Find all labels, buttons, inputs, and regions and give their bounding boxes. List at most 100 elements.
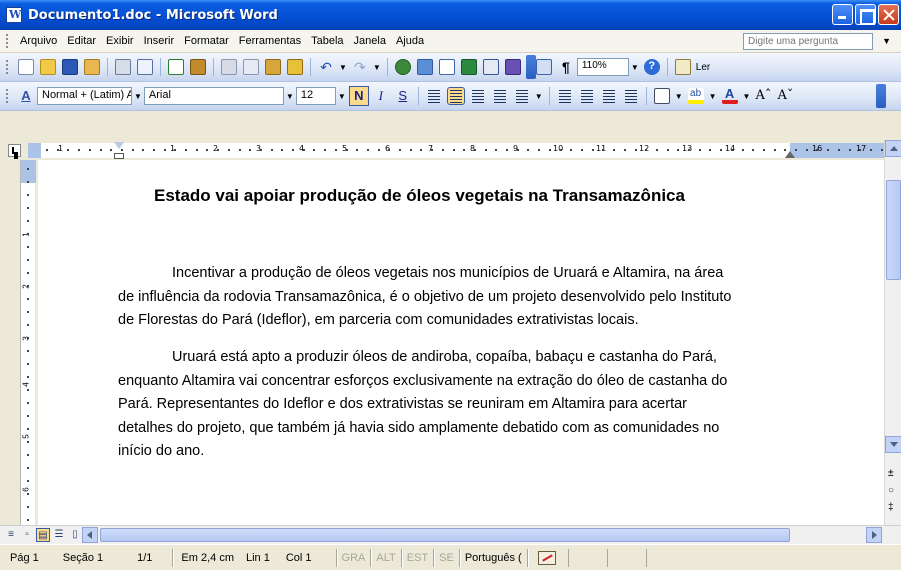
vertical-scrollbar[interactable]: ± ○ ‡ bbox=[884, 140, 901, 525]
status-rec[interactable]: GRA bbox=[339, 552, 369, 564]
toolbar-options-chevron-icon[interactable] bbox=[526, 55, 536, 79]
previous-page-icon[interactable]: ± bbox=[888, 468, 894, 479]
permission-icon[interactable] bbox=[84, 59, 100, 75]
print-preview-icon[interactable] bbox=[137, 59, 153, 75]
save-disk-icon[interactable] bbox=[62, 59, 78, 75]
font-color-dropdown-arrow-icon[interactable]: ▼ bbox=[743, 92, 751, 101]
close-button[interactable] bbox=[878, 4, 899, 25]
new-document-icon[interactable] bbox=[18, 59, 34, 75]
shrink-font-icon[interactable]: Aˇ bbox=[777, 88, 794, 104]
tab-selector-button[interactable] bbox=[8, 144, 21, 157]
horizontal-scroll-thumb[interactable] bbox=[100, 528, 790, 542]
styles-formatting-icon[interactable]: A bbox=[18, 88, 34, 104]
menu-exibir[interactable]: Exibir bbox=[101, 35, 139, 47]
insert-table-icon[interactable] bbox=[438, 59, 455, 75]
undo-icon[interactable]: ↶ bbox=[318, 59, 334, 75]
first-line-indent-marker[interactable] bbox=[114, 142, 124, 149]
style-select[interactable]: Normal + (Latim) Ari bbox=[37, 87, 132, 105]
read-icon[interactable] bbox=[674, 59, 691, 75]
help-icon[interactable]: ? bbox=[643, 59, 660, 75]
scroll-down-arrow-icon[interactable] bbox=[885, 436, 901, 453]
menu-arquivo[interactable]: Arquivo bbox=[15, 35, 62, 47]
normal-view-icon[interactable]: ≡ bbox=[4, 528, 18, 542]
redo-icon[interactable]: ↷ bbox=[352, 59, 368, 75]
align-left-icon[interactable] bbox=[425, 88, 442, 104]
document-page[interactable]: Estado vai apoiar produção de óleos vege… bbox=[38, 160, 890, 525]
research-icon[interactable] bbox=[190, 59, 206, 75]
scroll-up-arrow-icon[interactable] bbox=[885, 140, 901, 157]
scroll-right-arrow-icon[interactable] bbox=[866, 527, 882, 543]
insert-excel-icon[interactable] bbox=[460, 59, 477, 75]
menu-grip-handle[interactable] bbox=[6, 34, 9, 48]
word-app-icon[interactable] bbox=[6, 7, 22, 23]
minimize-button[interactable] bbox=[832, 4, 853, 25]
font-select[interactable]: Arial bbox=[143, 87, 284, 105]
borders-dropdown-arrow-icon[interactable]: ▼ bbox=[675, 92, 683, 101]
italic-button[interactable]: I bbox=[371, 86, 391, 106]
toolbar-options-chevron-icon[interactable] bbox=[876, 84, 886, 108]
left-indent-marker[interactable] bbox=[114, 153, 124, 159]
status-ext[interactable]: EST bbox=[404, 552, 431, 564]
drawing-icon[interactable] bbox=[504, 59, 521, 75]
print-icon[interactable] bbox=[115, 59, 131, 75]
scroll-left-arrow-icon[interactable] bbox=[82, 527, 98, 543]
tables-borders-icon[interactable] bbox=[416, 59, 433, 75]
hyperlink-icon[interactable] bbox=[394, 59, 411, 75]
help-question-input[interactable] bbox=[743, 33, 873, 50]
align-center-icon[interactable] bbox=[446, 87, 465, 105]
menu-ajuda[interactable]: Ajuda bbox=[391, 35, 429, 47]
cut-icon[interactable] bbox=[221, 59, 237, 75]
line-spacing-icon[interactable] bbox=[513, 88, 530, 104]
menu-janela[interactable]: Janela bbox=[349, 35, 391, 47]
font-size-dropdown-arrow-icon[interactable]: ▼ bbox=[338, 92, 346, 101]
bullets-icon[interactable] bbox=[578, 88, 595, 104]
decrease-indent-icon[interactable] bbox=[600, 88, 617, 104]
print-layout-view-icon[interactable]: ▤ bbox=[36, 528, 50, 542]
zoom-select[interactable]: 110% bbox=[576, 58, 629, 76]
maximize-button[interactable] bbox=[855, 4, 876, 25]
undo-dropdown-arrow-icon[interactable]: ▼ bbox=[339, 63, 347, 72]
spelling-status-icon[interactable] bbox=[537, 550, 556, 565]
format-painter-icon[interactable] bbox=[287, 59, 303, 75]
grow-font-icon[interactable]: Aˆ bbox=[755, 88, 772, 104]
style-dropdown-arrow-icon[interactable]: ▼ bbox=[134, 92, 142, 101]
font-dropdown-arrow-icon[interactable]: ▼ bbox=[286, 92, 294, 101]
read-button-label[interactable]: Ler bbox=[696, 62, 710, 73]
increase-indent-icon[interactable] bbox=[622, 88, 639, 104]
reading-layout-view-icon[interactable]: ▯ bbox=[68, 528, 82, 542]
font-color-icon[interactable]: A bbox=[721, 87, 738, 104]
font-size-select[interactable]: 12 bbox=[295, 87, 336, 105]
open-folder-icon[interactable] bbox=[40, 59, 56, 75]
line-spacing-dropdown-arrow-icon[interactable]: ▼ bbox=[535, 92, 543, 101]
redo-dropdown-arrow-icon[interactable]: ▼ bbox=[373, 63, 381, 72]
vertical-scroll-thumb[interactable] bbox=[886, 180, 901, 280]
outline-view-icon[interactable]: ☰ bbox=[52, 528, 66, 542]
spelling-icon[interactable] bbox=[168, 59, 184, 75]
pilcrow-icon[interactable]: ¶ bbox=[558, 59, 574, 75]
highlight-icon[interactable]: ab bbox=[687, 88, 704, 104]
zoom-dropdown-arrow-icon[interactable]: ▼ bbox=[631, 63, 639, 72]
next-page-icon[interactable]: ‡ bbox=[888, 502, 894, 513]
columns-icon[interactable] bbox=[482, 59, 499, 75]
underline-button[interactable]: S bbox=[393, 86, 413, 106]
justify-icon[interactable] bbox=[491, 88, 508, 104]
help-dropdown-arrow-icon[interactable]: ▼ bbox=[882, 36, 891, 46]
status-ovr[interactable]: SE bbox=[436, 552, 457, 564]
document-map-icon[interactable] bbox=[535, 59, 552, 75]
right-indent-marker[interactable] bbox=[785, 151, 795, 158]
toolbar-grip-handle[interactable] bbox=[6, 60, 9, 74]
menu-inserir[interactable]: Inserir bbox=[139, 35, 180, 47]
borders-icon[interactable] bbox=[653, 88, 670, 104]
copy-icon[interactable] bbox=[243, 59, 259, 75]
menu-ferramentas[interactable]: Ferramentas bbox=[234, 35, 306, 47]
menu-editar[interactable]: Editar bbox=[62, 35, 101, 47]
paste-icon[interactable] bbox=[265, 59, 281, 75]
numbering-icon[interactable] bbox=[556, 88, 573, 104]
toolbar-grip-handle[interactable] bbox=[6, 89, 9, 103]
status-trk[interactable]: ALT bbox=[373, 552, 398, 564]
menu-tabela[interactable]: Tabela bbox=[306, 35, 348, 47]
status-language[interactable]: Português ( bbox=[462, 552, 525, 564]
menu-formatar[interactable]: Formatar bbox=[179, 35, 234, 47]
web-layout-view-icon[interactable]: ▫ bbox=[20, 528, 34, 542]
bold-button[interactable]: N bbox=[348, 86, 369, 106]
